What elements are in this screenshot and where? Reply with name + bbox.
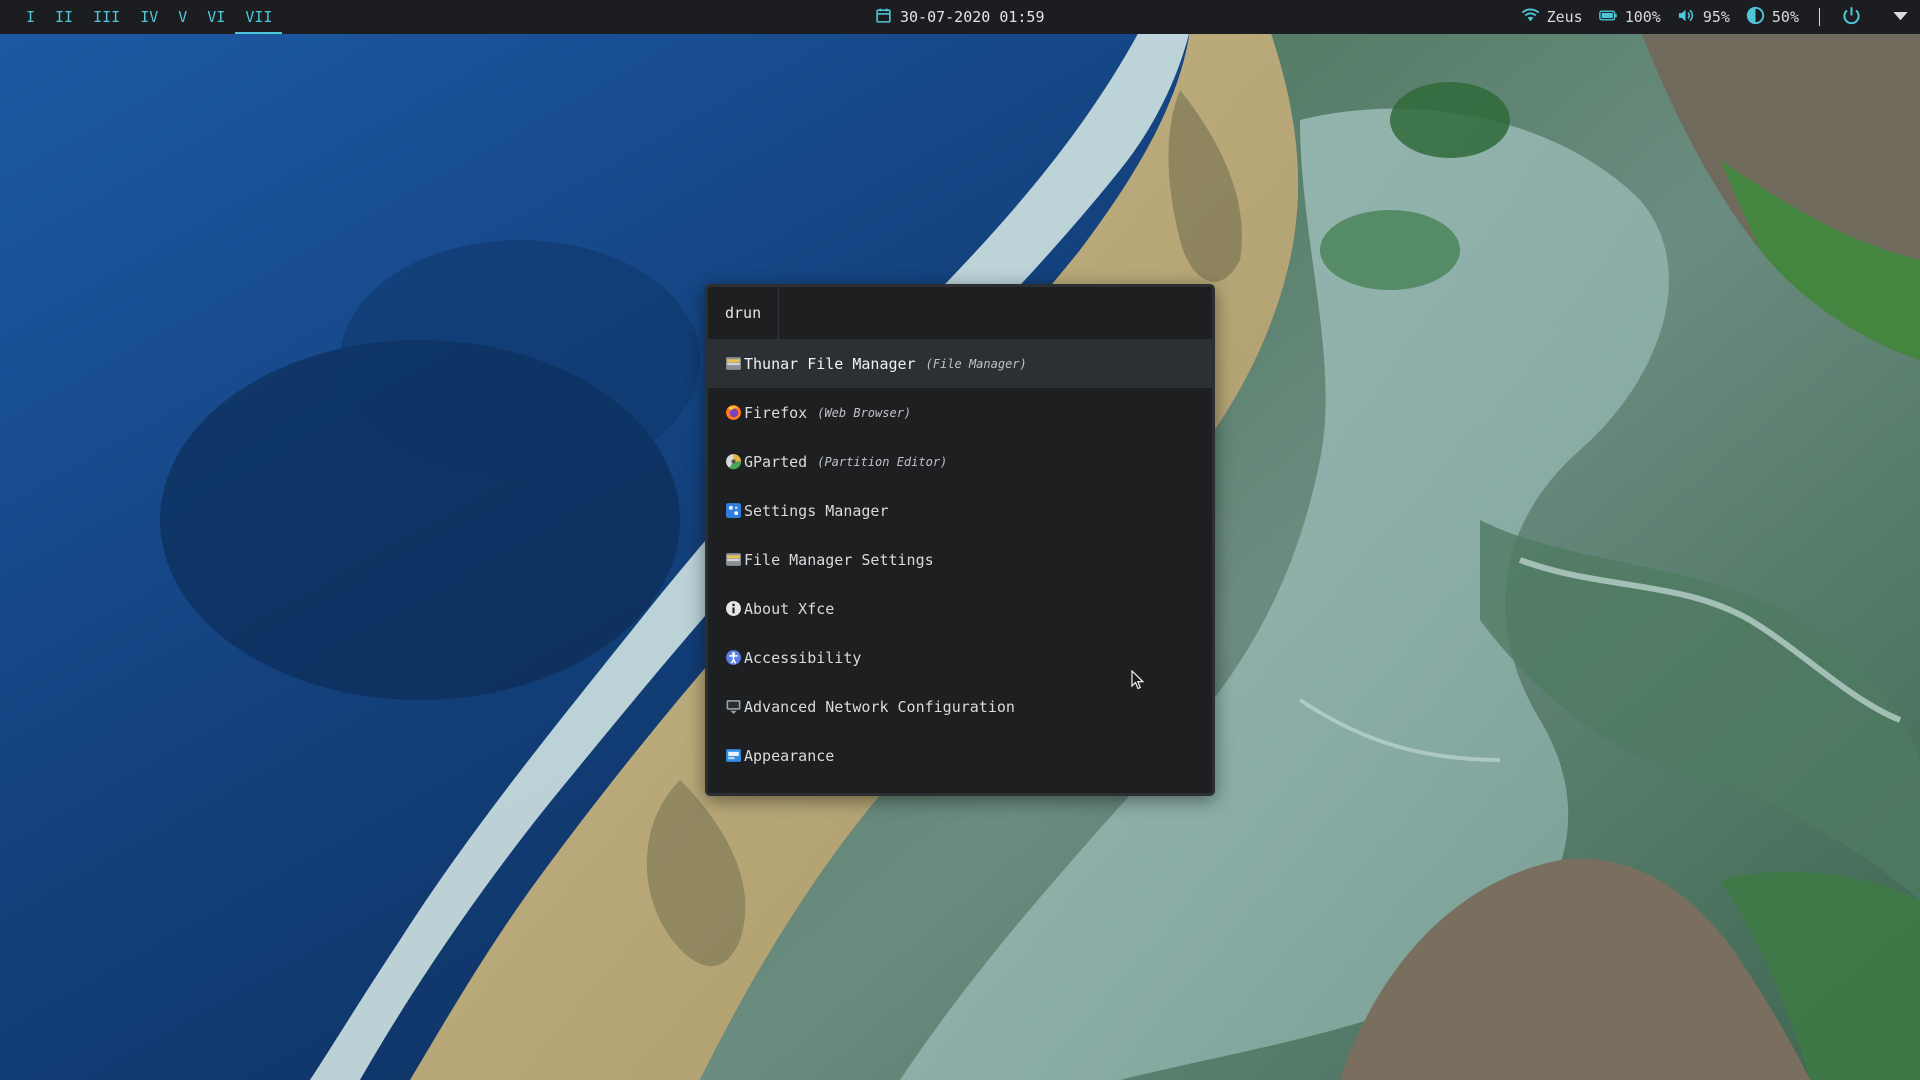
launcher-item-settings-manager[interactable]: Settings Manager xyxy=(708,486,1212,535)
launcher-item-label: Settings Manager xyxy=(744,501,889,520)
dropdown-triangle-icon xyxy=(1891,6,1910,29)
volume-level: 95% xyxy=(1702,8,1730,26)
volume-indicator[interactable]: 95% xyxy=(1677,6,1730,29)
launcher-item-label: Thunar File Manager xyxy=(744,354,916,373)
launcher-item-label: Accessibility xyxy=(744,648,862,667)
appearance-icon xyxy=(725,747,742,764)
workspace-3[interactable]: III xyxy=(83,0,130,34)
app-launcher: drun Thunar File Manager (File Manager) … xyxy=(705,284,1215,796)
launcher-mode-label: drun xyxy=(708,287,780,339)
battery-level: 100% xyxy=(1624,8,1661,26)
wifi-icon xyxy=(1521,6,1540,29)
launcher-item-description: (File Manager) xyxy=(925,356,1027,371)
launcher-item-appearance[interactable]: Appearance xyxy=(708,731,1212,780)
launcher-results-list: Thunar File Manager (File Manager) Firef… xyxy=(708,339,1212,780)
settings-icon xyxy=(725,502,742,519)
launcher-item-label: Firefox xyxy=(744,403,808,422)
network-icon xyxy=(725,698,742,715)
system-tray: Zeus 100% 95% 50% xyxy=(1505,0,1910,34)
workspace-2[interactable]: II xyxy=(45,0,83,34)
launcher-item-label: Advanced Network Configuration xyxy=(744,697,1015,716)
launcher-item-label: About Xfce xyxy=(744,599,835,618)
clock-text: 30-07-2020 01:59 xyxy=(900,8,1045,26)
folder-icon xyxy=(725,355,742,372)
launcher-item-about-xfce[interactable]: About Xfce xyxy=(708,584,1212,633)
wifi-ssid: Zeus xyxy=(1546,8,1583,26)
launcher-item-description: (Partition Editor) xyxy=(817,454,948,469)
launcher-item-description: (Web Browser) xyxy=(817,405,912,420)
clock[interactable]: 30-07-2020 01:59 xyxy=(875,0,1045,34)
info-icon xyxy=(725,600,742,617)
launcher-item-thunar[interactable]: Thunar File Manager (File Manager) xyxy=(708,339,1212,388)
workspace-5[interactable]: V xyxy=(168,0,197,34)
power-icon xyxy=(1842,6,1861,29)
gparted-icon xyxy=(725,453,742,470)
launcher-item-label: Appearance xyxy=(744,746,835,765)
tray-separator xyxy=(1819,8,1820,26)
launcher-item-file-manager-settings[interactable]: File Manager Settings xyxy=(708,535,1212,584)
firefox-icon xyxy=(725,404,742,421)
launcher-item-label: GParted xyxy=(744,452,808,471)
wifi-indicator[interactable]: Zeus xyxy=(1521,6,1583,29)
workspace-1[interactable]: I xyxy=(16,0,45,34)
workspace-switcher: I II III IV V VI VII xyxy=(16,0,283,34)
workspace-6[interactable]: VI xyxy=(197,0,235,34)
volume-icon xyxy=(1677,6,1696,29)
battery-icon xyxy=(1598,6,1618,29)
tray-menu-button[interactable] xyxy=(1891,6,1910,29)
power-button[interactable] xyxy=(1842,6,1861,29)
launcher-item-label: File Manager Settings xyxy=(744,550,934,569)
brightness-indicator[interactable]: 50% xyxy=(1746,6,1799,29)
folder-icon xyxy=(725,551,742,568)
launcher-item-firefox[interactable]: Firefox (Web Browser) xyxy=(708,388,1212,437)
launcher-input-row: drun xyxy=(708,287,1212,339)
mouse-pointer-icon xyxy=(1131,669,1145,694)
accessibility-icon xyxy=(725,649,742,666)
top-panel: I II III IV V VI VII 30-07-2020 01:59 Ze… xyxy=(0,0,1920,34)
launcher-item-gparted[interactable]: GParted (Partition Editor) xyxy=(708,437,1212,486)
calendar-icon xyxy=(875,7,892,28)
brightness-icon xyxy=(1746,6,1765,29)
battery-indicator[interactable]: 100% xyxy=(1598,6,1661,29)
brightness-level: 50% xyxy=(1771,8,1799,26)
workspace-7[interactable]: VII xyxy=(235,0,283,34)
workspace-4[interactable]: IV xyxy=(130,0,168,34)
launcher-search-input[interactable] xyxy=(779,287,1212,339)
